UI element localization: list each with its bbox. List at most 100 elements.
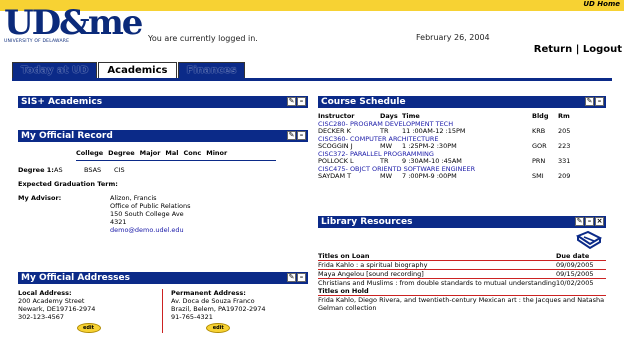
course-schedule-title: Course Schedule	[321, 97, 406, 107]
course-rm: 223	[558, 142, 571, 150]
loan-row: Maya Angelou [sound recording] 09/15/200…	[318, 270, 606, 278]
main-tabs: Today at UD Academics Finances	[12, 62, 246, 78]
course-bldg: GOR	[532, 142, 547, 150]
return-link[interactable]: Return	[534, 44, 572, 55]
logo-wordmark: UD&me	[4, 3, 143, 43]
course-rm: 331	[558, 157, 571, 165]
loan-due: 10/02/2005	[556, 279, 594, 287]
schedule-table: Instructor Days Time Bldg Rm CISC280- PR…	[318, 112, 606, 181]
link-separator: |	[575, 44, 580, 55]
edit-icon[interactable]: ✎	[287, 131, 296, 140]
col-degree: Degree	[108, 149, 135, 157]
col-college: College	[76, 149, 104, 157]
logout-link[interactable]: Logout	[583, 44, 622, 55]
library-header: Library Resources ✎ – ×	[318, 216, 606, 228]
tab-underline	[12, 78, 612, 81]
advisor-office: Office of Public Relations	[110, 202, 191, 210]
edit-icon[interactable]: ✎	[575, 217, 584, 226]
local-city: Newark, DE19716-2974	[18, 305, 96, 313]
local-street: 200 Academy Street	[18, 297, 85, 305]
col-conc: Conc	[183, 149, 202, 157]
course-bldg: KRB	[532, 127, 546, 135]
course-bldg: PRN	[532, 157, 546, 165]
minimize-icon[interactable]: –	[297, 131, 306, 140]
degree-degree: BSAS	[84, 166, 102, 174]
loans-header: Titles on Loan	[318, 252, 370, 260]
advisor-label: My Advisor:	[18, 194, 62, 202]
login-status: You are currently logged in.	[148, 34, 258, 43]
sis-academics-header: SIS+ Academics ✎ –	[18, 96, 308, 108]
library-loans-table: Titles on Loan Due date Frida Kahlo : a …	[318, 252, 606, 312]
official-record-header: My Official Record ✎ –	[18, 130, 308, 142]
loan-title[interactable]: Frida Kahlo : a spiritual biography	[318, 261, 556, 269]
loan-due: 09/15/2005	[556, 270, 594, 278]
ud-home-link[interactable]: UD Home	[583, 0, 620, 8]
addresses-body: Local Address: 200 Academy Street Newark…	[18, 289, 308, 333]
local-phone: 302-123-4567	[18, 313, 65, 321]
edit-icon[interactable]: ✎	[287, 97, 296, 106]
library-title: Library Resources	[321, 217, 413, 227]
left-column: SIS+ Academics ✎ –	[18, 96, 308, 108]
permanent-phone: 91-765-4321	[171, 313, 213, 321]
top-links: Return | Logout	[534, 44, 622, 55]
advisor-street: 150 South College Ave	[110, 210, 184, 218]
book-icon[interactable]	[575, 230, 603, 250]
hold-row: Frida Kahlo, Diego Rivera, and twentieth…	[318, 296, 606, 312]
course-schedule-header: Course Schedule ✎ –	[318, 96, 606, 108]
official-record-panel: My Official Record ✎ – College Degree Maj…	[18, 130, 308, 240]
library-panel: Library Resources ✎ – × Titles on Loan Due…	[318, 216, 606, 312]
course-schedule-panel: Course Schedule ✎ – Instructor Days Time …	[318, 96, 606, 181]
course-time: 7 :00PM-9 :00PM	[402, 172, 457, 180]
library-book-icon-wrap	[318, 230, 606, 252]
loan-title[interactable]: Maya Angelou [sound recording]	[318, 270, 556, 278]
course-instructor: SAYDAM T	[318, 172, 352, 180]
holds-header: Titles on Hold	[318, 287, 369, 295]
minimize-icon[interactable]: –	[595, 97, 604, 106]
degree-major: CIS	[114, 166, 125, 174]
advisor-phone: 4321	[110, 218, 127, 226]
sis-academics-title: SIS+ Academics	[21, 97, 103, 107]
col-major: Major	[139, 149, 161, 157]
edit-permanent-address-button[interactable]: edit	[206, 323, 231, 333]
permanent-address: Permanent Address: Av. Doca de Souza Fra…	[163, 289, 266, 333]
col-minor: Minor	[206, 149, 228, 157]
hold-title[interactable]: Frida Kahlo, Diego Rivera, and twentieth…	[318, 296, 606, 312]
course-days: MW	[380, 172, 393, 180]
tab-academics[interactable]: Academics	[98, 62, 177, 78]
tab-today-at-ud[interactable]: Today at UD	[12, 62, 98, 78]
edit-icon[interactable]: ✎	[287, 273, 296, 282]
minimize-icon[interactable]: –	[585, 217, 594, 226]
local-address-label: Local Address:	[18, 289, 72, 297]
minimize-icon[interactable]: –	[297, 273, 306, 282]
close-icon[interactable]: ×	[595, 217, 604, 226]
current-date: February 26, 2004	[416, 33, 490, 42]
edit-icon[interactable]: ✎	[585, 97, 594, 106]
loans-header-row: Titles on Loan Due date	[318, 252, 606, 260]
record-header-rule	[76, 160, 276, 161]
advisor-email-link[interactable]: demo@demo.udel.edu	[110, 226, 191, 234]
advisor-name: Alizon, Francis	[110, 194, 157, 202]
course-bldg: SMI	[532, 172, 544, 180]
edit-local-address-button[interactable]: edit	[76, 323, 101, 333]
minimize-icon[interactable]: –	[297, 97, 306, 106]
local-address: Local Address: 200 Academy Street Newark…	[18, 289, 163, 333]
loan-row: Christians and Muslims : from double sta…	[318, 279, 606, 287]
addresses-title: My Official Addresses	[21, 273, 130, 283]
loan-row: Frida Kahlo : a spiritual biography 09/0…	[318, 261, 606, 269]
expected-graduation-label: Expected Graduation Term:	[18, 180, 118, 188]
degree-label: Degree 1:	[18, 166, 54, 174]
advisor-block: My Advisor: Alizon, Francis Office of Pu…	[18, 194, 308, 240]
permanent-street: Av. Doca de Souza Franco	[171, 297, 255, 305]
permanent-address-label: Permanent Address:	[171, 289, 246, 297]
tab-finances[interactable]: Finances	[177, 62, 246, 78]
due-date-header: Due date	[556, 252, 590, 260]
col-mal: Mal	[165, 149, 179, 157]
advisor-details: Alizon, Francis Office of Public Relatio…	[110, 194, 191, 234]
addresses-panel: My Official Addresses ✎ – Local Address: …	[18, 272, 308, 333]
record-column-headers: College Degree Major Mal Conc Minor	[76, 149, 308, 157]
course-rm: 209	[558, 172, 571, 180]
udme-logo[interactable]: UD&me UNIVERSITY OF DELAWARE	[4, 3, 143, 53]
header-rm: Rm	[558, 112, 570, 120]
header-bldg: Bldg	[532, 112, 549, 120]
loan-title[interactable]: Christians and Muslims : from double sta…	[318, 279, 556, 287]
